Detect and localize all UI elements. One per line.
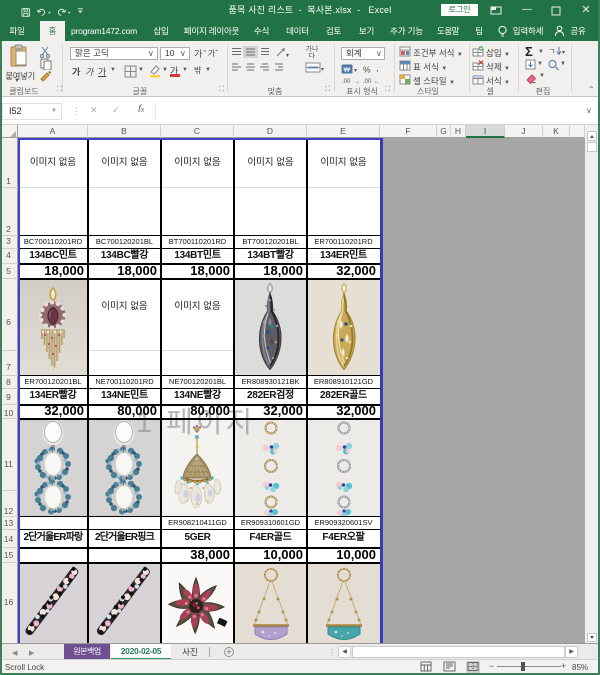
svg-text:▾: ▾ [354,68,357,74]
svg-text:▾: ▾ [286,53,289,59]
svg-text:,: , [376,63,379,73]
svg-text:ㄱ: ㄱ [548,47,555,56]
svg-text:←: ← [374,79,380,85]
svg-text:.00: .00 [363,79,372,85]
svg-text:→: → [354,79,360,85]
svg-text:%: % [363,65,371,75]
svg-text:₩: ₩ [344,67,351,74]
svg-text:.00: .00 [342,79,351,85]
svg-text:▾: ▾ [321,67,324,73]
svg-text:▾: ▾ [562,50,565,56]
